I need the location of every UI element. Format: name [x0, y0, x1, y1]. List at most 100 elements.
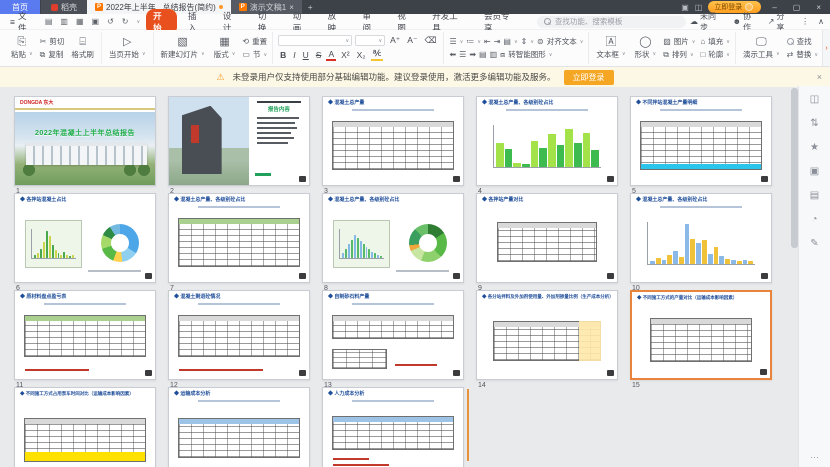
- slide-thumbnail-13[interactable]: ◆ 自制砂石料产量: [322, 290, 464, 380]
- reset-button[interactable]: ⟲重置: [242, 36, 267, 47]
- more-menu-icon[interactable]: ⋮: [801, 17, 809, 26]
- red-note: [395, 364, 437, 367]
- collapse-ribbon-icon[interactable]: ∧: [818, 17, 824, 26]
- picture-button[interactable]: ▨图片∨: [663, 36, 695, 47]
- align-left-icon[interactable]: ⬅: [449, 50, 456, 59]
- slide-thumbnail-9[interactable]: ◆ 各拌站产量对比: [476, 193, 618, 283]
- slide-thumbnail-1[interactable]: DONGDA 东大 2022年混凝土上半年总结报告: [14, 96, 156, 186]
- customize-caret-icon[interactable]: ∨: [134, 19, 142, 25]
- align-text-button[interactable]: ⊜对齐文本∨: [537, 36, 583, 47]
- rail-more-icon[interactable]: ⋯: [810, 452, 819, 463]
- search-input[interactable]: 查找功能、搜索模板: [537, 16, 686, 28]
- slide-thumbnail-4[interactable]: ◆ 混凝土总产量、各级别砼占比: [476, 96, 618, 186]
- slide-thumbnail-18[interactable]: ◆ 人力成本分析: [322, 387, 464, 467]
- login-now-button[interactable]: 立即登录: [564, 70, 614, 85]
- shape-button[interactable]: ◯ 形状∨: [633, 37, 659, 60]
- design-panel-icon[interactable]: ◫: [810, 94, 819, 105]
- fill-button[interactable]: ⌂填充∨: [700, 36, 730, 47]
- output-icon[interactable]: ▥: [58, 17, 70, 26]
- undo-icon[interactable]: ↺: [105, 17, 116, 26]
- save-icon[interactable]: ▤: [43, 17, 55, 26]
- italic-button[interactable]: I: [291, 50, 297, 60]
- slide-thumbnail-12[interactable]: ◆ 混凝土剩退砼情况: [168, 290, 310, 380]
- numbered-list-icon[interactable]: ≔: [466, 37, 474, 46]
- justify-icon[interactable]: ▤: [479, 50, 487, 59]
- slide-cell: ◆ 不同施工方式的产量对比（运输成本影响因素） 15: [630, 290, 772, 387]
- distribute-icon[interactable]: ▥: [490, 50, 498, 59]
- scrollbar-thumb[interactable]: [791, 88, 798, 248]
- indent-icon[interactable]: ⇥: [494, 37, 501, 46]
- cut-button[interactable]: ✂剪切: [40, 36, 65, 47]
- menu-bar: ≡ 文件 ▤ ▥ ▦ ▣ ↺ ↻ ∨ 开始 插入 设计 切换 动画 放映 审阅 …: [0, 14, 830, 30]
- window-layout-icon[interactable]: ▣: [681, 3, 689, 12]
- dismiss-notification-icon[interactable]: ×: [817, 72, 822, 82]
- outdent-icon[interactable]: ⇤: [484, 37, 491, 46]
- clear-format-icon[interactable]: ⌫: [422, 35, 438, 46]
- media-badge: [453, 176, 460, 182]
- text-direction-icon[interactable]: ▤: [503, 37, 511, 46]
- ribbon-expand-strip[interactable]: ›: [822, 30, 830, 66]
- underline-button[interactable]: U: [301, 50, 311, 60]
- align-center-icon[interactable]: ☰: [459, 50, 466, 59]
- media-badge: [607, 370, 614, 376]
- vertical-scrollbar[interactable]: [791, 86, 798, 467]
- to-smartart-button[interactable]: ⧈转智能图形∨: [500, 49, 552, 60]
- present-tools-button[interactable]: 🖵 演示工具∨: [741, 37, 782, 60]
- section-button[interactable]: ▭节∨: [242, 49, 267, 60]
- slide-thumbnail-15-selected[interactable]: ◆ 不同施工方式的产量对比（运输成本影响因素）: [630, 290, 772, 380]
- bold-button[interactable]: B: [278, 50, 288, 60]
- slide-thumbnail-5[interactable]: ◆ 不同拌站混凝土产量明细: [630, 96, 772, 186]
- slide-thumbnail-3[interactable]: ◆ 混凝土总产量: [322, 96, 464, 186]
- align-right-icon[interactable]: ➡: [469, 50, 476, 59]
- layout-icon: ▦: [219, 37, 229, 48]
- highlight-button[interactable]: ℀: [371, 48, 384, 61]
- superscript-button[interactable]: X²: [339, 50, 352, 60]
- annotate-icon[interactable]: ✎: [810, 238, 818, 249]
- docer-tab[interactable]: 稻壳: [41, 0, 87, 14]
- strikethrough-button[interactable]: S: [314, 50, 324, 60]
- decrease-font-icon[interactable]: A⁻: [405, 35, 419, 46]
- media-edit-icon[interactable]: ▤: [810, 190, 819, 201]
- slide-thumbnail-16[interactable]: ◆ 不同施工方式占用泵车时间对比（运输成本影响因素）: [14, 387, 156, 467]
- slide-cell: DONGDA 东大 2022年混凝土上半年总结报告 1: [14, 96, 156, 193]
- chevron-right-icon: ›: [825, 45, 827, 52]
- font-size-select[interactable]: ∨: [355, 35, 385, 46]
- slide-thumbnail-6[interactable]: ◆ 各拌站混凝土占比: [14, 193, 156, 283]
- find-button[interactable]: 查找: [787, 36, 818, 47]
- slide-thumbnail-2[interactable]: 报告内容: [168, 96, 310, 186]
- slide-cell: ◆ 混凝土总产量、各级别砼占比 4: [476, 96, 618, 193]
- play-from-current-button[interactable]: ▷ 当页开始∨: [107, 37, 148, 60]
- timer-icon[interactable]: ◔: [811, 214, 817, 225]
- layers-panel-icon[interactable]: ▣: [810, 166, 819, 177]
- slide-thumbnail-14[interactable]: ◆ 各分站拌料及外加剂使用量、外加剂掺量比例（生产成本分析）: [476, 290, 618, 380]
- line-spacing-icon[interactable]: ⇕: [521, 37, 528, 46]
- replace-button[interactable]: ⇄替换∨: [787, 49, 818, 60]
- arrange-button[interactable]: ⧉排列∨: [663, 49, 695, 60]
- textbox-button[interactable]: 🄰 文本框∨: [594, 37, 627, 60]
- bullet-list-icon[interactable]: ☰: [449, 37, 456, 46]
- slide-thumbnail-10[interactable]: ◆ 混凝土总产量、各级别砼占比: [630, 193, 772, 283]
- copy-button[interactable]: ⧉复制: [40, 49, 65, 60]
- media-badge: [607, 176, 614, 182]
- font-color-button[interactable]: A: [326, 49, 336, 61]
- new-slide-button[interactable]: ▧ 新建幻灯片∨: [159, 37, 207, 60]
- slide-thumbnail-11[interactable]: ◆ 原材料盘点盈亏表: [14, 290, 156, 380]
- adjust-sliders-icon[interactable]: ⇅: [810, 118, 818, 129]
- format-painter-button[interactable]: ⌸ 格式刷: [69, 37, 96, 60]
- slide-thumbnail-17[interactable]: ◆ 运输成本分析: [168, 387, 310, 467]
- slide-thumbnail-8[interactable]: ◆ 混凝土总产量、各级别砼占比: [322, 193, 464, 283]
- increase-font-icon[interactable]: A⁺: [388, 35, 402, 46]
- slide-number: 15: [630, 382, 772, 389]
- cover-photo: 2022年混凝土上半年总结报告: [15, 112, 155, 185]
- smart-beautify-icon[interactable]: ★: [810, 142, 819, 153]
- paste-button[interactable]: ⎘ 粘贴∨: [9, 37, 35, 60]
- subscript-button[interactable]: X₂: [355, 50, 368, 60]
- layout-button[interactable]: ▦ 版式∨: [212, 37, 238, 60]
- present-tools-icon: 🖵: [756, 37, 767, 48]
- redo-icon[interactable]: ↻: [120, 17, 131, 26]
- print-icon[interactable]: ▦: [74, 17, 86, 26]
- font-family-select[interactable]: ∨: [278, 35, 352, 46]
- outline-button[interactable]: □轮廓∨: [700, 49, 730, 60]
- slide-thumbnail-7[interactable]: ◆ 混凝土总产量、各级别砼占比: [168, 193, 310, 283]
- preview-icon[interactable]: ▣: [90, 17, 102, 26]
